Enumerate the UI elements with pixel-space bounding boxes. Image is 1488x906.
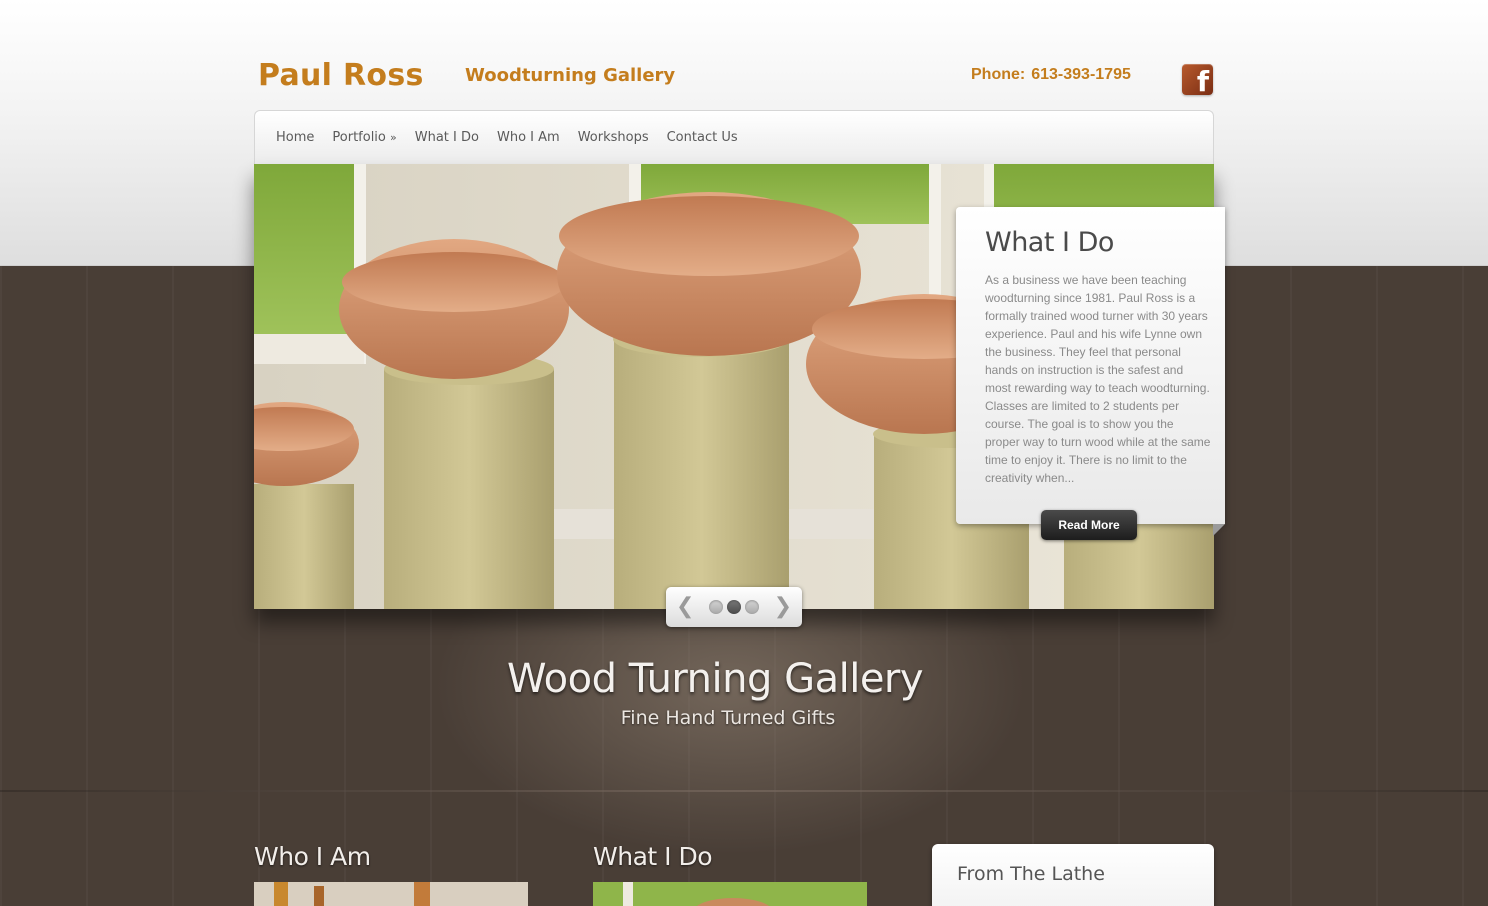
read-more-button[interactable]: Read More xyxy=(1041,510,1137,540)
nav-portfolio-chevron-icon: » xyxy=(390,131,397,144)
site-tagline: Woodturning Gallery xyxy=(465,65,676,86)
chevron-right-icon[interactable]: ❯ xyxy=(774,596,792,618)
nav-portfolio-label: Portfolio xyxy=(332,130,386,145)
from-the-lathe-widget: From The Lathe xyxy=(932,844,1214,906)
phone-contact: Phone: 613-393-1795 xyxy=(971,66,1131,84)
nav-workshops[interactable]: Workshops xyxy=(569,130,658,145)
what-i-do-image xyxy=(593,882,867,906)
slider-dot-2[interactable] xyxy=(727,600,741,614)
who-i-am-thumbnail[interactable] xyxy=(254,882,528,906)
main-nav: Home Portfolio » What I Do Who I Am Work… xyxy=(254,110,1214,164)
slider-dot-1[interactable] xyxy=(709,600,723,614)
site-logo[interactable]: Paul Ross xyxy=(258,58,424,93)
nav-contact-us[interactable]: Contact Us xyxy=(658,130,747,145)
phone-label: Phone: xyxy=(971,66,1026,83)
phone-number: 613-393-1795 xyxy=(1031,66,1131,83)
slide-card-text: As a business we have been teaching wood… xyxy=(985,273,1211,485)
section-divider xyxy=(0,790,1488,792)
slide-info-card: What I Do As a business we have been tea… xyxy=(956,207,1225,536)
what-i-do-heading[interactable]: What I Do xyxy=(593,842,713,871)
who-i-am-heading[interactable]: Who I Am xyxy=(254,842,371,871)
nav-home[interactable]: Home xyxy=(267,130,323,145)
hero-subtitle: Fine Hand Turned Gifts xyxy=(620,707,836,729)
slider-dots xyxy=(709,600,759,614)
hero-title: Wood Turning Gallery xyxy=(506,656,924,702)
from-the-lathe-title: From The Lathe xyxy=(957,863,1105,885)
slide-card-title: What I Do xyxy=(985,227,1114,258)
slider-controls: ❮ ❯ xyxy=(666,587,802,627)
slider-dot-3[interactable] xyxy=(745,600,759,614)
card-fold xyxy=(1213,524,1225,536)
nav-who-i-am[interactable]: Who I Am xyxy=(488,130,569,145)
what-i-do-thumbnail[interactable] xyxy=(593,882,867,906)
who-i-am-image xyxy=(254,882,528,906)
nav-what-i-do[interactable]: What I Do xyxy=(406,130,488,145)
nav-portfolio[interactable]: Portfolio » xyxy=(323,130,405,145)
chevron-left-icon[interactable]: ❮ xyxy=(676,596,694,618)
facebook-icon[interactable]: f xyxy=(1182,64,1213,95)
